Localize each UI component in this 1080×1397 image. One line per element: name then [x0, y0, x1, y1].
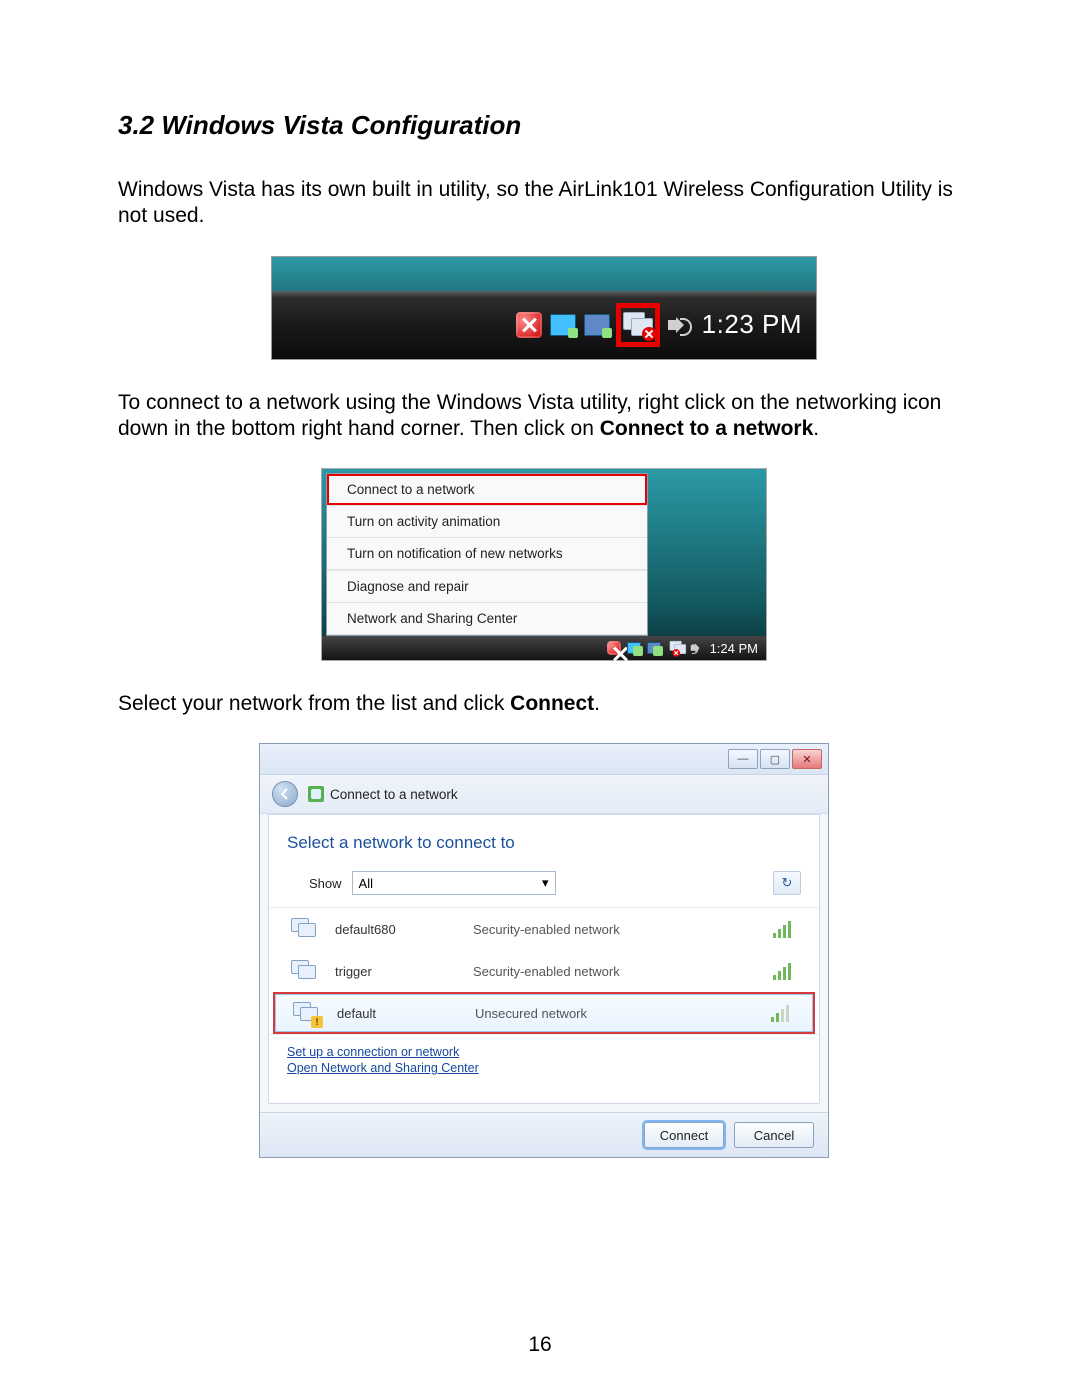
link-setup-connection[interactable]: Set up a connection or network — [287, 1045, 801, 1059]
menu-item-connect[interactable]: Connect to a network — [327, 474, 647, 505]
paragraph-3-text-a: Select your network from the list and cl… — [118, 692, 510, 715]
prompt-text: Select a network to connect to — [287, 833, 801, 853]
connect-button[interactable]: Connect — [644, 1122, 724, 1148]
signal-strength-icon — [773, 920, 797, 938]
network-security: Security-enabled network — [473, 964, 755, 979]
signal-strength-icon — [771, 1004, 795, 1022]
maximize-button[interactable]: ▢ — [760, 749, 790, 769]
cancel-button[interactable]: Cancel — [734, 1122, 814, 1148]
vista-desktop-strip: 1:23 PM — [271, 256, 817, 360]
back-arrow-icon — [278, 787, 292, 801]
network-adapter-icon — [291, 918, 317, 940]
mini-misc-icon[interactable] — [646, 640, 662, 656]
menu-item-diagnose[interactable]: Diagnose and repair — [327, 570, 647, 603]
paragraph-3-bold: Connect — [510, 692, 594, 715]
security-shield-icon[interactable] — [514, 310, 544, 340]
connect-network-window: — ▢ ✕ Connect to a network Select a netw… — [259, 743, 829, 1158]
menu-item-activity-anim[interactable]: Turn on activity animation — [327, 505, 647, 538]
show-dropdown-value: All — [359, 876, 373, 891]
figure-connect-window: — ▢ ✕ Connect to a network Select a netw… — [118, 743, 970, 1158]
figure-context-menu: Connect to a network Turn on activity an… — [118, 468, 970, 661]
paragraph-2: To connect to a network using the Window… — [118, 390, 970, 443]
network-security: Security-enabled network — [473, 922, 755, 937]
footer-links: Set up a connection or network Open Netw… — [287, 1045, 801, 1075]
network-item[interactable]: default680 Security-enabled network — [269, 908, 819, 950]
menu-item-notification[interactable]: Turn on notification of new networks — [327, 538, 647, 570]
link-open-sharing-center[interactable]: Open Network and Sharing Center — [287, 1061, 801, 1075]
mini-taskbar: 1:24 PM — [322, 636, 766, 660]
window-title-text: Connect to a network — [330, 787, 458, 802]
minimize-button[interactable]: — — [728, 749, 758, 769]
paragraph-1: Windows Vista has its own built in utili… — [118, 177, 970, 230]
misc-tray-icon[interactable] — [582, 310, 612, 340]
close-button[interactable]: ✕ — [792, 749, 822, 769]
network-adapter-warn-icon: ! — [293, 1002, 319, 1024]
network-context-menu: Connect to a network Turn on activity an… — [326, 473, 648, 636]
context-menu-screenshot: Connect to a network Turn on activity an… — [321, 468, 767, 661]
network-name: default — [337, 1006, 457, 1021]
back-button[interactable] — [272, 781, 298, 807]
paragraph-3-text-c: . — [594, 692, 600, 715]
figure-taskbar: 1:23 PM — [118, 256, 970, 360]
mini-lan-icon[interactable] — [626, 640, 642, 656]
page-number: 16 — [528, 1333, 551, 1357]
menu-item-sharing-center[interactable]: Network and Sharing Center — [327, 603, 647, 635]
network-name: default680 — [335, 922, 455, 937]
taskbar-clock[interactable]: 1:23 PM — [702, 309, 802, 340]
mini-shield-icon[interactable] — [606, 640, 622, 656]
network-item-selected[interactable]: ! default Unsecured network — [273, 992, 815, 1034]
show-dropdown[interactable]: All ▾ — [352, 871, 556, 895]
show-filter-row: Show All ▾ ↻ — [309, 871, 801, 895]
section-heading: 3.2 Windows Vista Configuration — [118, 110, 970, 141]
window-titlebar[interactable]: — ▢ ✕ — [260, 744, 828, 775]
taskbar: 1:23 PM — [272, 291, 816, 359]
paragraph-2-bold: Connect to a network — [600, 417, 814, 440]
lan-icon[interactable] — [548, 310, 578, 340]
chevron-down-icon: ▾ — [542, 875, 549, 891]
window-nav-bar: Connect to a network — [260, 775, 828, 814]
refresh-icon: ↻ — [782, 875, 793, 891]
paragraph-2-text-c: . — [813, 417, 819, 440]
network-name: trigger — [335, 964, 455, 979]
network-security: Unsecured network — [475, 1006, 753, 1021]
tray-icon-group — [514, 303, 694, 347]
window-body: Select a network to connect to Show All … — [268, 814, 820, 1104]
refresh-button[interactable]: ↻ — [773, 871, 801, 895]
window-footer: Connect Cancel — [260, 1112, 828, 1157]
mini-volume-icon[interactable] — [686, 640, 702, 656]
network-list: default680 Security-enabled network trig… — [269, 907, 819, 1035]
mini-clock[interactable]: 1:24 PM — [710, 641, 758, 656]
network-item[interactable]: trigger Security-enabled network — [269, 950, 819, 992]
network-globe-icon — [308, 786, 324, 802]
show-label: Show — [309, 876, 342, 891]
document-page: 3.2 Windows Vista Configuration Windows … — [0, 0, 1080, 1397]
window-control-group: — ▢ ✕ — [728, 749, 822, 769]
network-icon-highlighted[interactable] — [616, 303, 660, 347]
network-adapter-icon — [291, 960, 317, 982]
paragraph-3: Select your network from the list and cl… — [118, 691, 970, 717]
window-title: Connect to a network — [308, 786, 458, 802]
volume-icon[interactable] — [664, 310, 694, 340]
signal-strength-icon — [773, 962, 797, 980]
mini-network-icon[interactable] — [666, 640, 682, 656]
